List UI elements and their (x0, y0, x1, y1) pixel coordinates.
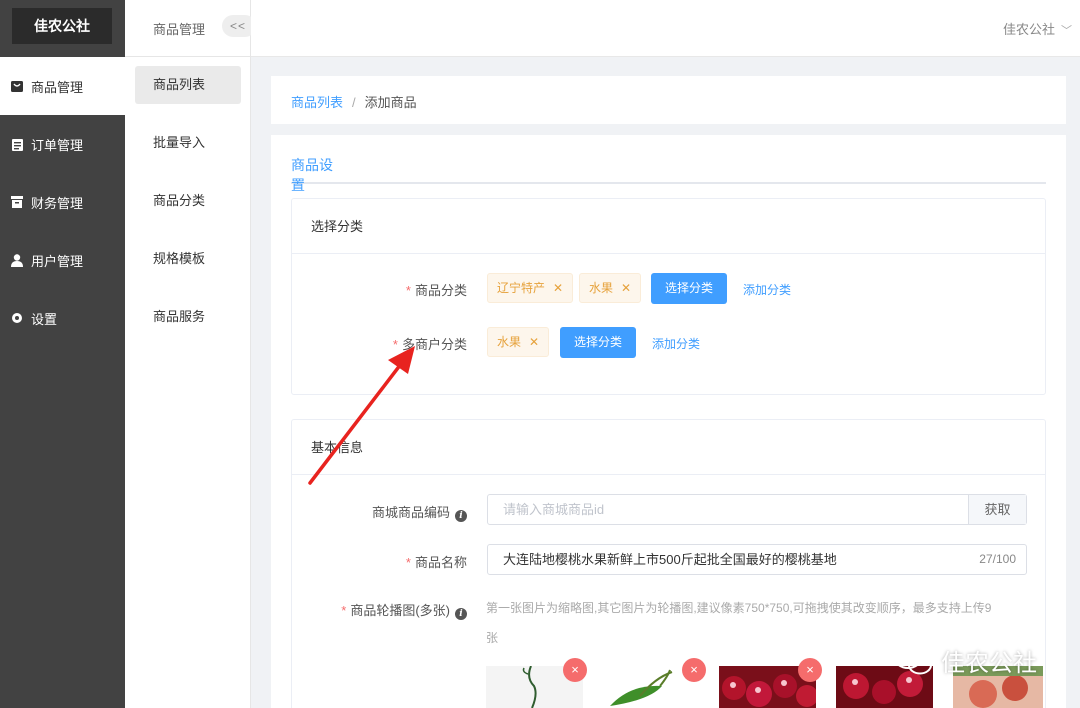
close-icon[interactable]: × (563, 658, 587, 682)
delete-image-button[interactable]: × (682, 658, 710, 686)
breadcrumb-separator: / (352, 95, 356, 110)
add-category-link[interactable]: 添加分类 (743, 281, 791, 298)
app-logo[interactable]: 佳农公社 (12, 8, 112, 44)
select-category-button[interactable]: 选择分类 (560, 327, 637, 358)
product-category-row: * 商品分类 辽宁特产 ✕ 水果 ✕ 选择分类 添加分类 (292, 272, 1047, 304)
subnav-item-product-list[interactable]: 商品列表 (135, 66, 241, 104)
sub-sidebar-title: 商品管理 (153, 22, 206, 37)
breadcrumb-current: 添加商品 (364, 95, 417, 110)
main-card: 商品设置 选择分类 * 商品分类 辽宁特产 ✕ 水果 ✕ 选择分类 添加分类 * 多商户… (271, 135, 1066, 708)
main-menu: 商品管理 订单管理 财务管理 用户管理 设置 (0, 57, 125, 347)
sidebar-item-products[interactable]: 商品管理 (0, 57, 125, 115)
sidebar-item-label: 订单管理 (31, 137, 84, 153)
fetch-button[interactable]: 获取 (968, 495, 1026, 524)
subnav-item-product-category[interactable]: 商品分类 (135, 182, 241, 220)
finance-icon (10, 195, 24, 209)
delete-image-button[interactable]: × (798, 658, 826, 686)
product-category-label: * 商品分类 (405, 283, 467, 298)
info-icon[interactable]: i (455, 608, 467, 620)
mall-code-label: 商城商品编码 i (372, 502, 467, 522)
watermark: 佳农公社 (893, 643, 1037, 678)
chevron-down-icon: ﹀ (1061, 25, 1072, 37)
main-sidebar: 佳农公社 商品管理 订单管理 财务管理 用户管理 设置 (0, 0, 125, 708)
breadcrumb: 商品列表 / 添加商品 (291, 92, 417, 111)
category-tag: 辽宁特产 ✕ (487, 273, 574, 303)
basic-info-panel-title: 基本信息 (292, 420, 1045, 475)
user-icon (10, 253, 24, 267)
delete-image-button[interactable]: × (563, 658, 591, 686)
gear-icon (10, 311, 24, 325)
add-category-link[interactable]: 添加分类 (652, 335, 700, 352)
sidebar-item-finance[interactable]: 财务管理 (0, 173, 125, 231)
char-count: 27/100 (979, 552, 1016, 566)
info-icon[interactable]: i (455, 510, 467, 522)
sidebar-item-settings[interactable]: 设置 (0, 289, 125, 347)
close-icon[interactable]: ✕ (553, 281, 563, 295)
merchant-category-row: * 多商户分类 水果 ✕ 选择分类 添加分类 (292, 326, 1047, 358)
close-icon[interactable]: ✕ (529, 335, 539, 349)
sidebar-item-orders[interactable]: 订单管理 (0, 115, 125, 173)
mall-code-input[interactable]: 请输入商城商品id 获取 (487, 494, 1027, 525)
sidebar-item-label: 用户管理 (31, 253, 84, 269)
wechat-icon (894, 646, 932, 674)
bag-icon (10, 79, 24, 93)
category-tag: 水果 ✕ (579, 273, 642, 303)
select-category-button[interactable]: 选择分类 (651, 273, 728, 304)
mall-code-row: 商城商品编码 i 请输入商城商品id 获取 (292, 494, 1047, 525)
sidebar-item-label: 商品管理 (31, 79, 84, 95)
category-panel: 选择分类 * 商品分类 辽宁特产 ✕ 水果 ✕ 选择分类 添加分类 * 多商户分类 水果… (291, 198, 1046, 395)
category-tag: 水果 ✕ (487, 327, 550, 357)
close-icon[interactable]: × (798, 658, 822, 682)
sub-sidebar-header: 商品管理 << (125, 0, 256, 57)
product-name-row: * 商品名称 大连陆地樱桃水果新鲜上市500斤起批全国最好的樱桃基地 27/100 (292, 544, 1047, 575)
sidebar-item-label: 财务管理 (31, 195, 84, 211)
user-menu[interactable]: 佳农公社 ﹀ (1003, 19, 1072, 38)
user-name: 佳农公社 (1002, 22, 1055, 37)
merchant-category-label: * 多商户分类 (392, 337, 467, 352)
product-name-input[interactable]: 大连陆地樱桃水果新鲜上市500斤起批全国最好的樱桃基地 27/100 (487, 544, 1027, 575)
watermark-text: 佳农公社 (941, 650, 1037, 677)
sub-menu: 商品列表 批量导入 商品分类 规格模板 商品服务 (135, 66, 241, 356)
clipboard-icon (10, 137, 24, 151)
close-icon[interactable]: × (682, 658, 706, 682)
tab-bar: 商品设置 (291, 135, 1046, 206)
sidebar-item-label: 设置 (31, 311, 58, 327)
top-bar: 佳农公社 ﹀ (251, 0, 1080, 57)
close-icon[interactable]: ✕ (621, 281, 631, 295)
subnav-item-spec-template[interactable]: 规格模板 (135, 240, 241, 278)
product-name-label: * 商品名称 (405, 555, 467, 570)
breadcrumb-link-product-list[interactable]: 商品列表 (291, 95, 343, 110)
breadcrumb-card: 商品列表 / 添加商品 (271, 76, 1066, 124)
category-panel-title: 选择分类 (292, 199, 1045, 254)
subnav-item-batch-import[interactable]: 批量导入 (135, 124, 241, 162)
subnav-item-product-service[interactable]: 商品服务 (135, 298, 241, 336)
carousel-label: * 商品轮播图(多张) i (341, 600, 467, 620)
sidebar-item-users[interactable]: 用户管理 (0, 231, 125, 289)
sub-sidebar: 商品管理 << 商品列表 批量导入 商品分类 规格模板 商品服务 (125, 0, 256, 708)
